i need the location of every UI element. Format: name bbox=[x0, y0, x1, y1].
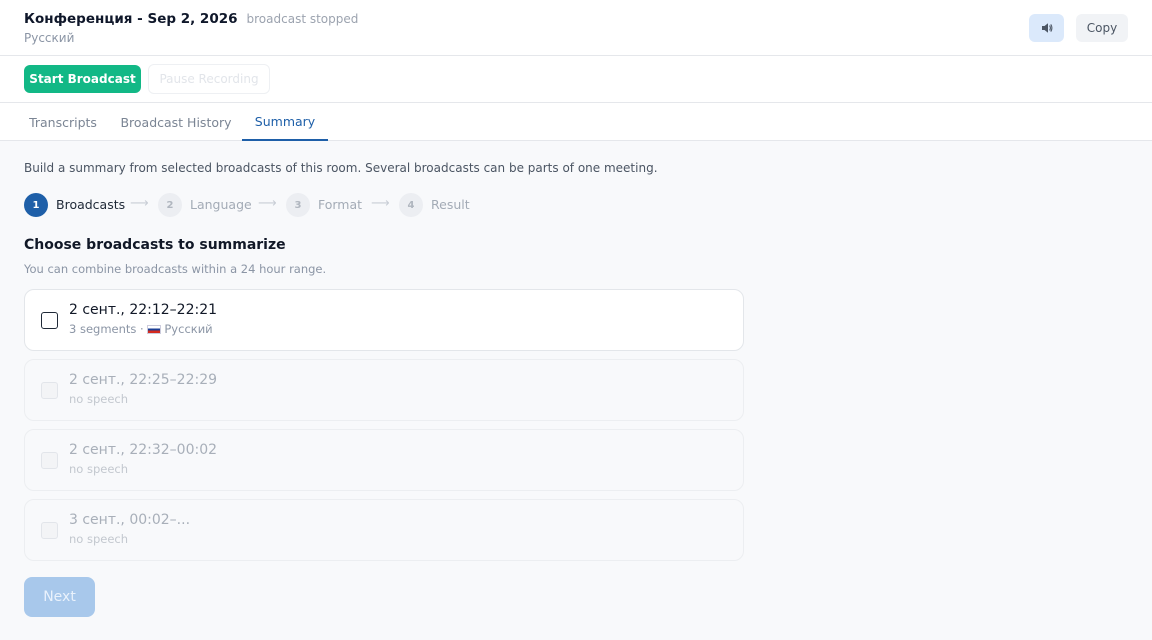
title-row: Конференция - Sep 2, 2026 broadcast stop… bbox=[24, 11, 358, 27]
tab-broadcast-history[interactable]: Broadcast History bbox=[118, 103, 234, 141]
speaker-icon bbox=[1041, 23, 1052, 33]
step-3-number: 3 bbox=[286, 193, 310, 217]
tab-transcripts[interactable]: Transcripts bbox=[24, 103, 102, 141]
step-3-label: Format bbox=[318, 197, 363, 212]
tab-summary[interactable]: Summary bbox=[242, 103, 328, 141]
step-arrow-icon: ⟶ bbox=[130, 196, 149, 211]
broadcast-meta: no speech bbox=[69, 392, 129, 406]
broadcast-checkbox bbox=[41, 452, 58, 469]
step-1-label: Broadcasts bbox=[56, 197, 126, 212]
pause-recording-button[interactable]: Pause Recording bbox=[148, 64, 270, 94]
broadcast-item: 3 сент., 00:02–... no speech bbox=[24, 499, 744, 561]
step-4-label: Result bbox=[431, 197, 470, 212]
broadcast-toolbar: Start Broadcast Pause Recording bbox=[0, 56, 1152, 103]
broadcast-segments: 3 segments · bbox=[69, 322, 148, 336]
room-language: Русский bbox=[24, 31, 75, 45]
step-arrow-icon: ⟶ bbox=[258, 196, 277, 211]
ru-flag-icon bbox=[147, 325, 162, 334]
broadcast-checkbox[interactable] bbox=[41, 312, 58, 329]
broadcast-item: 2 сент., 22:25–22:29 no speech bbox=[24, 359, 744, 421]
broadcast-item: 2 сент., 22:32–00:02 no speech bbox=[24, 429, 744, 491]
room-header: Конференция - Sep 2, 2026 broadcast stop… bbox=[0, 0, 1152, 56]
step-2-label: Language bbox=[190, 197, 252, 212]
broadcast-time: 2 сент., 22:12–22:21 bbox=[69, 302, 218, 318]
step-1-number: 1 bbox=[24, 193, 48, 217]
copy-button[interactable]: Copy bbox=[1076, 14, 1128, 42]
step-2-number: 2 bbox=[158, 193, 182, 217]
broadcast-time: 3 сент., 00:02–... bbox=[69, 512, 191, 528]
broadcast-meta: 3 segments · Русский bbox=[69, 322, 213, 336]
tab-bar: Transcripts Broadcast History Summary bbox=[0, 103, 1152, 141]
start-broadcast-button[interactable]: Start Broadcast bbox=[24, 65, 141, 93]
broadcast-language: Русский bbox=[164, 322, 213, 336]
summary-intro: Build a summary from selected broadcasts… bbox=[24, 161, 658, 175]
next-button[interactable]: Next bbox=[24, 577, 95, 617]
broadcast-meta: no speech bbox=[69, 532, 129, 546]
section-title: Choose broadcasts to summarize bbox=[24, 237, 286, 253]
broadcast-checkbox bbox=[41, 382, 58, 399]
room-title: Конференция - Sep 2, 2026 bbox=[24, 11, 238, 27]
broadcast-checkbox bbox=[41, 522, 58, 539]
step-4-number: 4 bbox=[399, 193, 423, 217]
broadcast-meta: no speech bbox=[69, 462, 129, 476]
section-hint: You can combine broadcasts within a 24 h… bbox=[24, 262, 327, 276]
step-arrow-icon: ⟶ bbox=[371, 196, 390, 211]
broadcast-status: broadcast stopped bbox=[246, 12, 359, 26]
broadcast-time: 2 сент., 22:32–00:02 bbox=[69, 442, 218, 458]
broadcast-time: 2 сент., 22:25–22:29 bbox=[69, 372, 218, 388]
speaker-button[interactable] bbox=[1029, 14, 1064, 42]
broadcast-item[interactable]: 2 сент., 22:12–22:21 3 segments · Русски… bbox=[24, 289, 744, 351]
